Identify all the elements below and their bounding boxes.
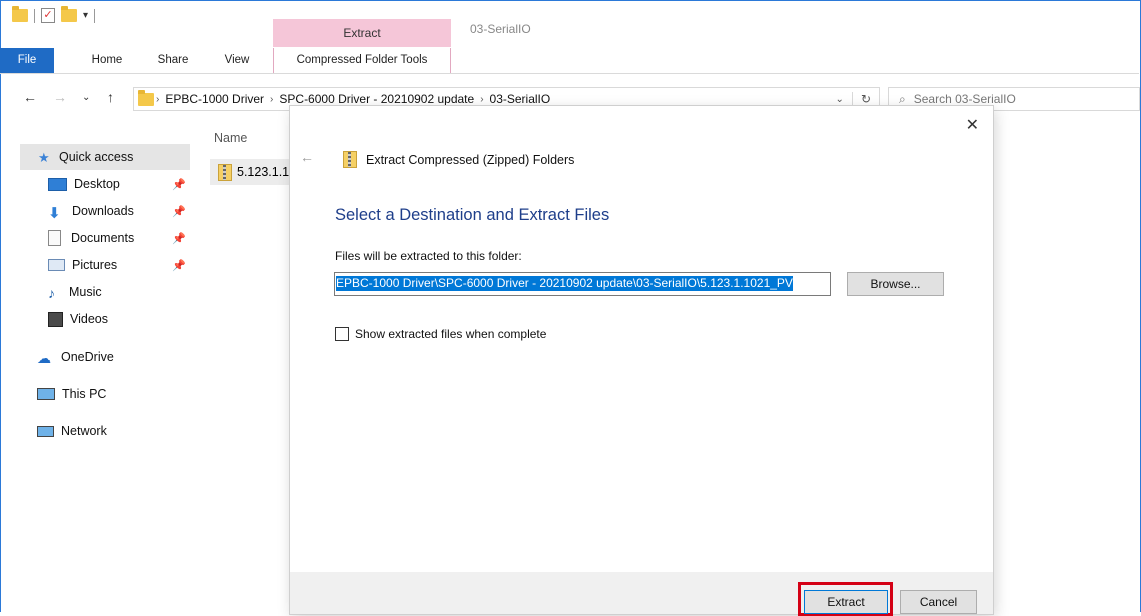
file-row[interactable]: 5.123.1.10 [210, 159, 295, 185]
nav-music[interactable]: ♪ Music [0, 279, 238, 305]
star-icon: ★ [38, 150, 50, 165]
extract-button[interactable]: Extract [804, 590, 888, 614]
separator [34, 8, 35, 23]
quick-access-toolbar: ✓ ▾ [12, 6, 96, 23]
chevron-right-icon: › [270, 93, 274, 105]
destination-path-input[interactable]: EPBC-1000 Driver\SPC-6000 Driver - 20210… [334, 272, 831, 296]
breadcrumb-spc[interactable]: SPC-6000 Driver - 20210902 update [275, 92, 478, 106]
refresh-icon[interactable]: ↻ [851, 92, 879, 106]
nav-label: Desktop [74, 177, 120, 191]
dialog-title: Extract Compressed (Zipped) Folders [343, 151, 574, 168]
download-icon: ⬇ [48, 205, 61, 222]
properties-icon[interactable]: ✓ [41, 8, 55, 23]
nav-downloads[interactable]: ⬇ Downloads 📌 [0, 198, 238, 224]
back-arrow-icon[interactable]: ← [23, 89, 37, 105]
pictures-icon [48, 259, 65, 271]
nav-label: Network [61, 424, 107, 438]
nav-label: Quick access [59, 150, 134, 164]
videos-icon [48, 311, 63, 327]
nav-quick-access[interactable]: ★ Quick access [20, 144, 190, 170]
navigation-pane: ★ Quick access Desktop 📌 ⬇ Downloads 📌 D… [0, 130, 195, 610]
separator [94, 8, 96, 23]
nav-this-pc[interactable]: This PC [0, 381, 227, 407]
forward-arrow-icon[interactable]: → [53, 89, 67, 105]
tab-compressed-folder-tools[interactable]: Compressed Folder Tools [273, 48, 451, 73]
breadcrumb-epbc[interactable]: EPBC-1000 Driver [161, 92, 268, 106]
new-folder-icon[interactable] [61, 6, 77, 22]
pin-icon[interactable]: 📌 [172, 232, 186, 245]
search-icon: ⌕ [899, 91, 906, 106]
dialog-heading: Select a Destination and Extract Files [335, 206, 610, 224]
zip-folder-icon [343, 151, 357, 168]
extract-dialog: ✕ ← Extract Compressed (Zipped) Folders … [290, 106, 993, 616]
nav-network[interactable]: Network [0, 418, 227, 444]
tab-file[interactable]: File [0, 48, 54, 73]
folder-icon [12, 6, 28, 22]
pc-icon [37, 388, 55, 400]
destination-path-text: EPBC-1000 Driver\SPC-6000 Driver - 20210… [336, 276, 793, 291]
tab-share[interactable]: Share [146, 48, 200, 73]
desktop-icon [48, 177, 67, 191]
nav-label: Videos [70, 312, 108, 326]
window-title: 03-SerialIO [470, 22, 531, 36]
back-arrow-icon[interactable]: ← [300, 149, 314, 165]
context-tab-header: Extract [273, 19, 451, 47]
nav-label: Pictures [72, 258, 118, 272]
column-header-name[interactable]: Name [214, 131, 247, 145]
zip-folder-icon [218, 163, 232, 181]
destination-label: Files will be extracted to this folder: [335, 249, 522, 263]
nav-onedrive[interactable]: ☁ OneDrive [0, 344, 227, 370]
tab-view[interactable]: View [212, 48, 262, 73]
recent-dropdown-icon[interactable]: ⌄ [82, 92, 90, 103]
nav-label: This PC [62, 387, 107, 401]
nav-documents[interactable]: Documents 📌 [0, 225, 238, 251]
cancel-button[interactable]: Cancel [900, 590, 977, 614]
search-placeholder: Search 03-SerialIO [913, 92, 1016, 106]
music-icon: ♪ [48, 285, 55, 301]
nav-label: Music [69, 285, 102, 299]
show-files-checkbox-row[interactable]: Show extracted files when complete [335, 327, 546, 341]
pin-icon[interactable]: 📌 [172, 205, 186, 218]
dialog-title-text: Extract Compressed (Zipped) Folders [366, 152, 575, 167]
chevron-right-icon: › [156, 93, 160, 105]
network-icon [37, 425, 54, 437]
nav-videos[interactable]: Videos [0, 306, 238, 332]
documents-icon [48, 230, 61, 246]
up-arrow-icon[interactable]: ↑ [107, 89, 114, 105]
ribbon-tabs: File Home Share View Compressed Folder T… [0, 48, 1139, 74]
nav-pictures[interactable]: Pictures 📌 [0, 252, 238, 278]
show-files-checkbox[interactable] [335, 327, 349, 341]
customize-dropdown-icon[interactable]: ▾ [83, 10, 88, 21]
nav-label: Documents [71, 231, 135, 245]
tab-home[interactable]: Home [80, 48, 134, 73]
browse-button[interactable]: Browse... [847, 272, 944, 296]
address-dropdown-icon[interactable]: ⌄ [836, 94, 852, 105]
title-bar: ✓ ▾ Extract 03-SerialIO [0, 0, 1139, 48]
breadcrumb-serialio[interactable]: 03-SerialIO [486, 92, 555, 106]
file-name: 5.123.1.10 [237, 165, 295, 179]
nav-label: OneDrive [61, 350, 114, 364]
folder-icon [138, 89, 154, 106]
nav-desktop[interactable]: Desktop 📌 [0, 171, 238, 197]
close-icon[interactable]: ✕ [966, 115, 979, 135]
onedrive-icon: ☁ [37, 350, 51, 366]
nav-label: Downloads [72, 204, 134, 218]
checkbox-label: Show extracted files when complete [355, 327, 547, 341]
pin-icon[interactable]: 📌 [172, 259, 186, 272]
pin-icon[interactable]: 📌 [172, 178, 186, 191]
chevron-right-icon: › [480, 93, 484, 105]
